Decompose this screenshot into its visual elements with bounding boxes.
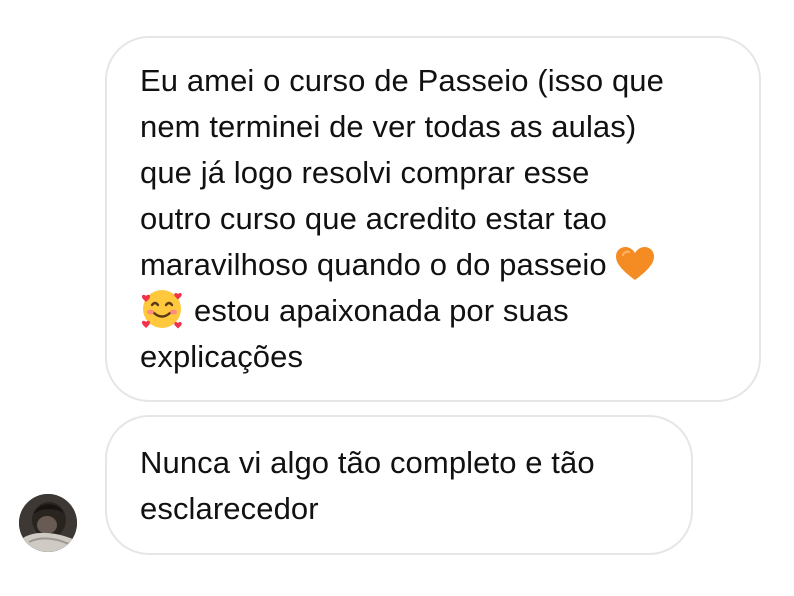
avatar[interactable] [19, 494, 77, 552]
message-line: outro curso que acredito estar tao [140, 201, 607, 236]
message-line: Nunca vi algo tão completo e tão [140, 445, 595, 480]
message-line-text: maravilhoso quando o do passeio [140, 247, 607, 282]
message-line: explicações [140, 339, 304, 374]
orange-heart-icon [615, 246, 654, 280]
message-bubble[interactable]: Nunca vi algo tão completo e tão esclare… [105, 415, 693, 555]
message-line: Eu amei o curso de Passeio (isso que [140, 63, 664, 98]
message-line: nem terminei de ver todas as aulas) [140, 109, 637, 144]
message-line-text: estou apaixonada por suas [194, 293, 569, 328]
message-line-with-heart: maravilhoso quando o do passeio [140, 242, 729, 288]
message-line-with-smile: estou apaixonada por suas [140, 288, 729, 334]
profile-photo-icon [19, 494, 77, 552]
message-line: esclarecedor [140, 491, 319, 526]
smiling-face-with-hearts-icon [141, 289, 182, 329]
message-line: que já logo resolvi comprar esse [140, 155, 590, 190]
message-bubble[interactable]: Eu amei o curso de Passeio (isso que nem… [105, 36, 761, 402]
